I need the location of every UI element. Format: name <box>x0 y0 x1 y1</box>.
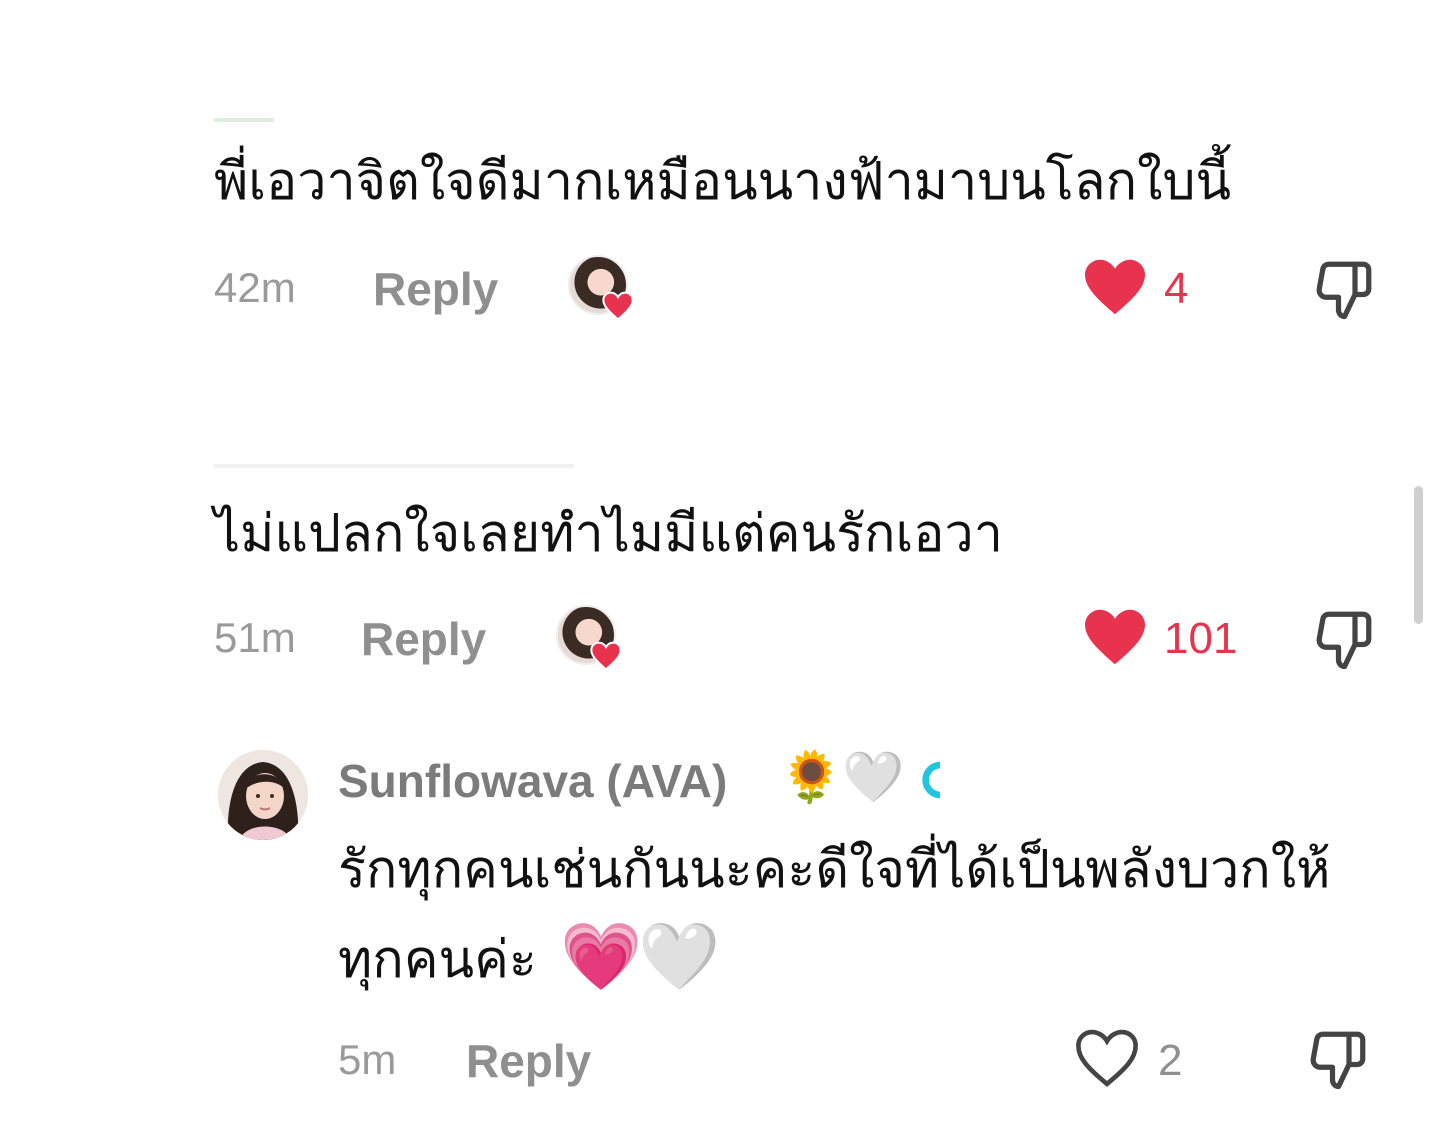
thumbs-down-icon[interactable] <box>1310 606 1378 672</box>
reply-button[interactable]: Reply <box>466 1034 591 1088</box>
white-heart-emoji: 🤍 <box>842 748 905 806</box>
cropped-header-2 <box>214 464 574 468</box>
reply-button[interactable]: Reply <box>373 262 498 316</box>
redacted-area <box>940 758 1180 802</box>
comment-time: 42m <box>214 264 296 311</box>
avatar-image <box>218 750 308 840</box>
reply-time: 5m <box>338 1036 397 1083</box>
pink-heart-emoji: 💗 <box>560 918 643 995</box>
like-count: 2 <box>1158 1036 1183 1085</box>
thumbs-down-icon[interactable] <box>1304 1026 1372 1092</box>
like-count: 4 <box>1164 264 1189 313</box>
heart-icon <box>602 291 634 321</box>
like-heart-icon[interactable] <box>1082 257 1148 317</box>
comment-time: 51m <box>214 614 296 661</box>
avatar[interactable] <box>218 750 308 840</box>
heart-icon <box>590 641 622 671</box>
white-heart-emoji: 🤍 <box>638 918 721 995</box>
username[interactable]: Sunflowava (AVA) <box>338 754 727 808</box>
scrollbar[interactable] <box>1414 486 1423 624</box>
creator-liked-icon <box>568 255 634 321</box>
like-heart-outline-icon[interactable] <box>1074 1028 1140 1088</box>
sunflower-emoji: 🌻 <box>780 748 843 806</box>
creator-liked-icon <box>556 605 622 671</box>
thumbs-down-icon[interactable] <box>1310 256 1378 322</box>
like-heart-icon[interactable] <box>1082 607 1148 667</box>
reply-text-line-1: รักทุกคนเช่นกันนะคะดีใจที่ได้เป็นพลังบวก… <box>338 840 1331 900</box>
like-count: 101 <box>1164 614 1238 663</box>
comment-text: พี่เอวาจิตใจดีมากเหมือนนางฟ้ามาบนโลกใบนี… <box>214 152 1232 212</box>
cropped-header-1 <box>214 118 274 122</box>
reply-text-line-2: ทุกคนค่ะ <box>338 930 537 990</box>
comment-text: ไม่แปลกใจเลยทำไมมีแต่คนรักเอวา <box>214 504 1003 564</box>
reply-button[interactable]: Reply <box>361 612 486 666</box>
